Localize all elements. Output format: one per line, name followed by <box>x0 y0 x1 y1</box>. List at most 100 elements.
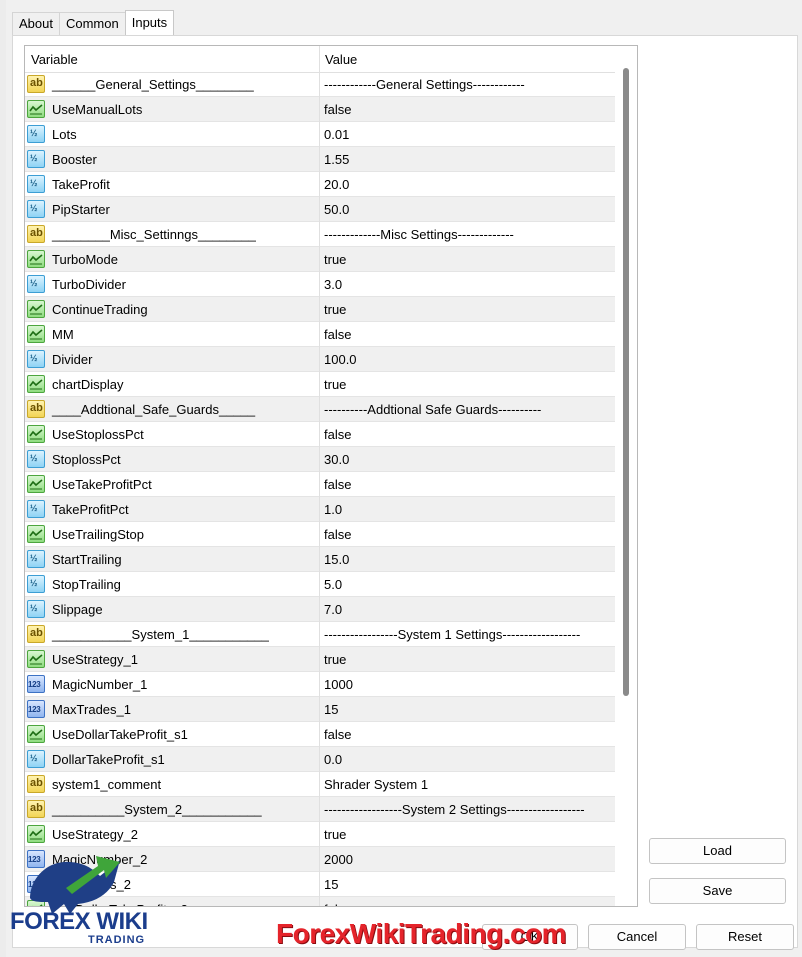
variable-name: StopTrailing <box>52 577 121 592</box>
input-row[interactable]: 123 MaxTrades_1 15 <box>25 697 615 722</box>
input-row[interactable]: ½ Slippage 7.0 <box>25 597 615 622</box>
input-row[interactable]: ab __________System_2___________ ---------… <box>25 797 615 822</box>
variable-value[interactable]: 0.0 <box>324 752 342 767</box>
input-row[interactable]: ½ DollarTakeProfit_s1 0.0 <box>25 747 615 772</box>
input-row[interactable]: ½ PipStarter 50.0 <box>25 197 615 222</box>
input-row[interactable]: ab ______General_Settings________ --------… <box>25 72 615 97</box>
input-row[interactable]: ½ TurboDivider 3.0 <box>25 272 615 297</box>
input-row[interactable]: ½ Lots 0.01 <box>25 122 615 147</box>
input-row[interactable]: ½ StopTrailing 5.0 <box>25 572 615 597</box>
variable-value[interactable]: 1.0 <box>324 502 342 517</box>
input-row[interactable]: ½ Booster 1.55 <box>25 147 615 172</box>
variable-value[interactable]: -----------------System 1 Settings------… <box>324 627 580 642</box>
variable-value[interactable]: ------------------System 2 Settings-----… <box>324 802 585 817</box>
variable-value[interactable]: 15 <box>324 702 338 717</box>
variable-value[interactable]: false <box>324 102 351 117</box>
column-separator <box>319 97 320 122</box>
load-button[interactable]: Load <box>649 838 786 864</box>
input-row[interactable]: chartDisplay true <box>25 372 615 397</box>
variable-name: UseTrailingStop <box>52 527 145 542</box>
boolean-icon <box>27 300 45 318</box>
input-row[interactable]: UseStrategy_1 true <box>25 647 615 672</box>
variable-value[interactable]: 15 <box>324 877 338 892</box>
variable-value[interactable]: false <box>324 727 351 742</box>
variable-name: UseStoplossPct <box>52 427 144 442</box>
vertical-scrollbar[interactable] <box>615 46 637 906</box>
variable-value[interactable]: 3.0 <box>324 277 342 292</box>
column-separator <box>319 272 320 297</box>
input-row[interactable]: ab system1_comment Shrader System 1 <box>25 772 615 797</box>
tab-common[interactable]: Common <box>58 12 126 35</box>
input-row[interactable]: TurboMode true <box>25 247 615 272</box>
scrollbar-thumb[interactable] <box>623 68 629 696</box>
variable-name: ___________System_1___________ <box>52 627 269 642</box>
variable-column-header[interactable]: Variable <box>31 52 78 67</box>
variable-value[interactable]: true <box>324 377 346 392</box>
input-row[interactable]: ½ StoplossPct 30.0 <box>25 447 615 472</box>
variable-value[interactable]: false <box>324 527 351 542</box>
double-icon: ½ <box>27 500 45 518</box>
input-row[interactable]: 123 MagicNumber_1 1000 <box>25 672 615 697</box>
column-separator <box>319 747 320 772</box>
input-row[interactable]: ½ TakeProfit 20.0 <box>25 172 615 197</box>
column-separator <box>319 622 320 647</box>
column-separator[interactable] <box>319 46 320 72</box>
reset-button[interactable]: Reset <box>696 924 794 950</box>
variable-value[interactable]: false <box>324 477 351 492</box>
input-row[interactable]: UseTakeProfitPct false <box>25 472 615 497</box>
variable-value[interactable]: 30.0 <box>324 452 349 467</box>
column-separator <box>319 522 320 547</box>
variable-value[interactable]: ------------General Settings------------ <box>324 77 525 92</box>
input-row[interactable]: ½ StartTrailing 15.0 <box>25 547 615 572</box>
boolean-icon <box>27 525 45 543</box>
column-separator <box>319 322 320 347</box>
boolean-icon <box>27 325 45 343</box>
input-row[interactable]: UseStoplossPct false <box>25 422 615 447</box>
input-row[interactable]: UseTrailingStop false <box>25 522 615 547</box>
input-row[interactable]: ½ Divider 100.0 <box>25 347 615 372</box>
input-row[interactable]: ContinueTrading true <box>25 297 615 322</box>
variable-value[interactable]: true <box>324 652 346 667</box>
variable-value[interactable]: ----------Addtional Safe Guards---------… <box>324 402 541 417</box>
input-row[interactable]: UseManualLots false <box>25 97 615 122</box>
input-row[interactable]: UseDollarTakeProfit_s1 false <box>25 722 615 747</box>
double-icon: ½ <box>27 450 45 468</box>
column-separator <box>319 422 320 447</box>
variable-value[interactable]: 20.0 <box>324 177 349 192</box>
column-separator <box>319 347 320 372</box>
watermark-site-text: ForexWikiTrading.com <box>276 918 567 949</box>
variable-value[interactable]: true <box>324 252 346 267</box>
save-button[interactable]: Save <box>649 878 786 904</box>
column-separator <box>319 872 320 897</box>
variable-value[interactable]: true <box>324 302 346 317</box>
double-icon: ½ <box>27 175 45 193</box>
variable-value[interactable]: 15.0 <box>324 552 349 567</box>
input-row[interactable]: ab ________Misc_Settinngs________ --------… <box>25 222 615 247</box>
value-column-header[interactable]: Value <box>325 52 357 67</box>
variable-value[interactable]: 1000 <box>324 677 353 692</box>
tab-about[interactable]: About <box>12 12 60 35</box>
variable-value[interactable]: 2000 <box>324 852 353 867</box>
variable-name: chartDisplay <box>52 377 124 392</box>
input-row[interactable]: ½ TakeProfitPct 1.0 <box>25 497 615 522</box>
input-row[interactable]: ab ____Addtional_Safe_Guards_____ --------… <box>25 397 615 422</box>
variable-value[interactable]: 0.01 <box>324 127 349 142</box>
variable-name: Booster <box>52 152 97 167</box>
variable-value[interactable]: false <box>324 427 351 442</box>
cancel-button[interactable]: Cancel <box>588 924 686 950</box>
variable-value[interactable]: false <box>324 327 351 342</box>
input-row[interactable]: MM false <box>25 322 615 347</box>
variable-value[interactable]: Shrader System 1 <box>324 777 428 792</box>
variable-value[interactable]: 5.0 <box>324 577 342 592</box>
variable-value[interactable]: 50.0 <box>324 202 349 217</box>
double-icon: ½ <box>27 125 45 143</box>
variable-value[interactable]: -------------Misc Settings------------- <box>324 227 514 242</box>
variable-value[interactable]: 100.0 <box>324 352 357 367</box>
variable-value[interactable]: 7.0 <box>324 602 342 617</box>
variable-value[interactable]: false <box>324 902 351 906</box>
input-row[interactable]: ab ___________System_1___________ --------… <box>25 622 615 647</box>
variable-value[interactable]: 1.55 <box>324 152 349 167</box>
boolean-icon <box>27 425 45 443</box>
variable-value[interactable]: true <box>324 827 346 842</box>
tab-inputs[interactable]: Inputs <box>124 10 175 35</box>
